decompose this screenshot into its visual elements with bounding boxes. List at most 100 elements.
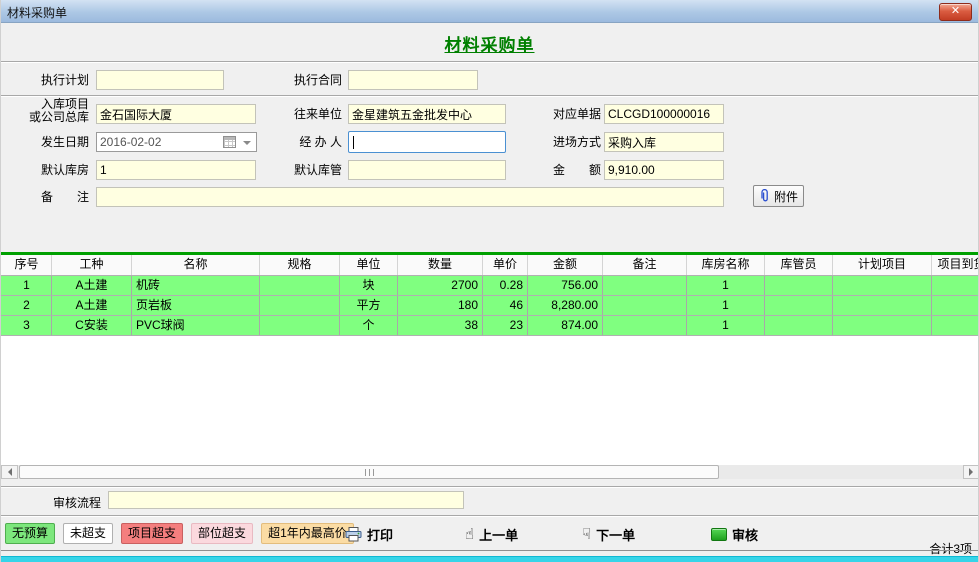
- table-cell: 8,280.00: [528, 296, 603, 315]
- column-header[interactable]: 工种: [52, 255, 132, 275]
- column-header[interactable]: 名称: [132, 255, 260, 275]
- table-cell: [765, 276, 833, 295]
- table-cell: [260, 276, 340, 295]
- review-flow-label: 审核流程: [1, 494, 101, 511]
- material-purchase-window: 材料采购单 ✕ 材料采购单 执行计划 执行合同 入库项目 或公司总库 往来单位 …: [0, 0, 979, 562]
- prev-order-button[interactable]: ☝ 上一单: [465, 524, 518, 544]
- project-input[interactable]: [96, 104, 256, 124]
- table-cell: [260, 296, 340, 315]
- default-warehouse-label: 默认库房: [1, 163, 89, 177]
- column-header[interactable]: 单位: [340, 255, 398, 275]
- handler-input[interactable]: [348, 131, 506, 153]
- table-cell: A土建: [52, 276, 132, 295]
- scroll-left-button[interactable]: [1, 465, 18, 479]
- doc-no-input[interactable]: [604, 104, 724, 124]
- column-header[interactable]: 计划项目: [833, 255, 932, 275]
- project-label: 入库项目 或公司总库: [1, 98, 89, 124]
- column-header[interactable]: 金额: [528, 255, 603, 275]
- review-flow-input[interactable]: [108, 491, 464, 509]
- exec-contract-input[interactable]: [348, 70, 478, 90]
- table-cell: A土建: [52, 296, 132, 315]
- amount-label: 金 额: [541, 163, 601, 177]
- total-items-label: 合计3项: [929, 540, 972, 557]
- column-header[interactable]: 库管员: [765, 255, 833, 275]
- legend-badge: 无预算: [5, 523, 55, 544]
- remark-input[interactable]: [96, 187, 724, 207]
- scroll-right-button[interactable]: [963, 465, 979, 479]
- legend-badge: 部位超支: [191, 523, 253, 544]
- counterpart-label: 往来单位: [282, 107, 342, 121]
- legend-badge: 超1年内最高价: [261, 523, 354, 544]
- table-row[interactable]: 3C安装PVC球阀个3823874.001: [1, 316, 979, 336]
- horizontal-scrollbar[interactable]: [1, 465, 979, 479]
- close-icon[interactable]: ✕: [939, 3, 972, 21]
- column-header[interactable]: 单价: [483, 255, 528, 275]
- audit-button[interactable]: 审核: [711, 524, 758, 544]
- chevron-down-icon[interactable]: [243, 141, 251, 149]
- table-cell: [833, 276, 932, 295]
- next-order-label: 下一单: [596, 525, 635, 544]
- remark-label: 备 注: [1, 190, 89, 204]
- exec-plan-input[interactable]: [96, 70, 224, 90]
- table-cell: [603, 296, 687, 315]
- table-row[interactable]: 1A土建机砖块27000.28756.001: [1, 276, 979, 296]
- table-cell: 机砖: [132, 276, 260, 295]
- table-cell: 2700: [398, 276, 483, 295]
- column-header[interactable]: 数量: [398, 255, 483, 275]
- paperclip-icon: [759, 189, 771, 203]
- table-cell: 23: [483, 316, 528, 335]
- exec-plan-label: 执行计划: [1, 73, 89, 87]
- attachment-button[interactable]: 附件: [753, 185, 804, 207]
- table-cell: 3: [2, 316, 52, 335]
- legend-badge: 未超支: [63, 523, 113, 544]
- default-keeper-label: 默认库管: [282, 163, 342, 177]
- amount-input[interactable]: [604, 160, 724, 180]
- table-cell: [932, 276, 979, 295]
- audit-status-icon: [711, 528, 727, 541]
- column-header[interactable]: 规格: [260, 255, 340, 275]
- arrow-right-icon: [969, 468, 977, 476]
- scrollbar-thumb[interactable]: [19, 465, 719, 479]
- hand-up-icon: ☝: [465, 527, 474, 542]
- date-picker[interactable]: 2016-02-02: [96, 132, 257, 152]
- column-header[interactable]: 备注: [603, 255, 687, 275]
- table-cell: C安装: [52, 316, 132, 335]
- table-cell: 38: [398, 316, 483, 335]
- table-cell: [260, 316, 340, 335]
- table-cell: [932, 296, 979, 315]
- legend-badge: 项目超支: [121, 523, 183, 544]
- table-row[interactable]: 2A土建页岩板平方180468,280.001: [1, 296, 979, 316]
- table-cell: 页岩板: [132, 296, 260, 315]
- table-cell: [833, 316, 932, 335]
- page-title: 材料采购单: [1, 31, 978, 56]
- entry-mode-input[interactable]: [604, 132, 724, 152]
- doc-no-label: 对应单据: [541, 107, 601, 121]
- table-cell: 1: [687, 276, 765, 295]
- scrollbar-grip-icon: [365, 469, 374, 476]
- table-cell: 46: [483, 296, 528, 315]
- date-label: 发生日期: [1, 135, 89, 149]
- column-header[interactable]: 序号: [2, 255, 52, 275]
- print-button[interactable]: 打印: [345, 524, 393, 544]
- divider-row1: [1, 95, 978, 97]
- counterpart-input[interactable]: [348, 104, 506, 124]
- column-header[interactable]: 库房名称: [687, 255, 765, 275]
- next-order-button[interactable]: ☟ 下一单: [582, 524, 635, 544]
- table-cell: 块: [340, 276, 398, 295]
- attachment-label: 附件: [774, 188, 798, 205]
- handler-label: 经 办 人: [282, 135, 342, 149]
- table-cell: 756.00: [528, 276, 603, 295]
- table-cell: 2: [2, 296, 52, 315]
- default-warehouse-input[interactable]: [96, 160, 256, 180]
- arrow-left-icon: [4, 468, 12, 476]
- calendar-icon[interactable]: [223, 136, 236, 148]
- default-keeper-input[interactable]: [348, 160, 506, 180]
- table-cell: 0.28: [483, 276, 528, 295]
- table-cell: 平方: [340, 296, 398, 315]
- table-cell: [765, 296, 833, 315]
- table-cell: 1: [687, 296, 765, 315]
- items-table: 序号工种名称规格单位数量单价金额备注库房名称库管员计划项目项目到货 1 A土建机砖…: [1, 252, 979, 465]
- exec-contract-label: 执行合同: [282, 73, 342, 87]
- column-header[interactable]: 项目到货: [932, 255, 979, 275]
- divider-footer: [1, 515, 978, 517]
